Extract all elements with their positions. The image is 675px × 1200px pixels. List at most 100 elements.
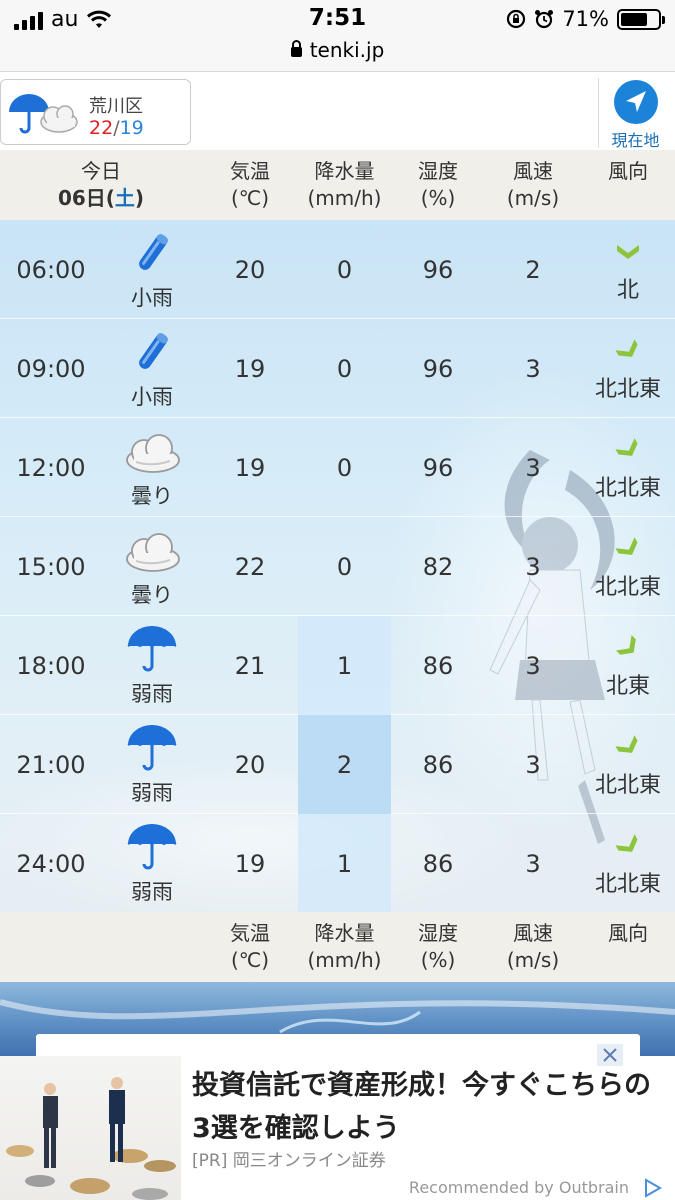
footer-wind-speed-unit: (m/s) (506, 948, 560, 972)
temp-cell: 19 (234, 354, 266, 383)
adchoices-icon[interactable] (641, 1177, 665, 1199)
current-location-label: 現在地 (611, 131, 660, 150)
temp-cell: 22 (234, 552, 266, 581)
header-precip: 降水量 (mm/h) (298, 158, 391, 212)
humidity-cell: 96 (422, 255, 454, 284)
navigation-arrow-icon (613, 80, 658, 124)
weather-cell: 弱雨 (102, 814, 202, 913)
time-cell: 15:00 (16, 552, 86, 581)
header-wind-speed-unit: (m/s) (506, 186, 560, 210)
temp-cell: 20 (234, 750, 266, 779)
wind-dir-cell: 北北東 (581, 517, 675, 616)
lock-icon (290, 40, 302, 57)
header-precip-unit: (mm/h) (307, 186, 382, 210)
location-card[interactable]: 荒川区 22/19 (0, 79, 191, 145)
wind-dir-cell: 北北東 (581, 814, 675, 913)
ad-image (0, 1056, 181, 1200)
time-cell: 09:00 (16, 354, 86, 383)
low-temp: 19 (119, 117, 144, 139)
location-temps: 22/19 (89, 117, 144, 139)
wind-arrow-icon (608, 329, 649, 370)
wind-arrow-icon (608, 824, 649, 865)
footer-humidity-unit: (%) (420, 948, 456, 972)
wind-arrow-icon (613, 236, 643, 266)
header-day-label: 今日 (81, 159, 121, 183)
footer-wind-dir-label: 風向 (608, 921, 648, 945)
header-temp-unit: (℃) (230, 186, 270, 210)
header-wind-speed: 風速 (m/s) (485, 158, 581, 212)
humidity-cell: 82 (422, 552, 454, 581)
header-humidity-label: 湿度 (418, 159, 458, 183)
status-bar: au 7:51 71% (0, 0, 675, 38)
wind-dir-cell: 北東 (581, 616, 675, 715)
ad-banner[interactable]: 投資信託で資産形成！今すぐこちらの3選を確認しよう [PR] 岡三オンライン証券… (0, 1044, 675, 1200)
weather-label: 弱雨 (131, 879, 173, 904)
location-name: 荒川区 (89, 96, 143, 117)
table-row: 18:00 弱雨 21 1 86 3 北東 (0, 616, 675, 715)
footer-wind-dir: 風向 (581, 920, 675, 947)
date-suffix: ) (134, 186, 145, 210)
umbrella-icon (122, 723, 182, 775)
humidity-cell: 96 (422, 354, 454, 383)
time-cell: 24:00 (16, 849, 86, 878)
header-day: 今日 06日(土) (0, 158, 202, 212)
table-row: 21:00 弱雨 20 2 86 3 北北東 (0, 715, 675, 814)
current-location-button[interactable]: 現在地 (598, 78, 672, 150)
footer-humidity-label: 湿度 (418, 921, 458, 945)
alarm-icon (535, 10, 554, 29)
humidity-cell: 86 (422, 750, 454, 779)
wind-speed-cell: 3 (525, 750, 541, 779)
time-cell: 18:00 (16, 651, 86, 680)
wind-dir-cell: 北 (581, 220, 675, 319)
weather-label: 弱雨 (131, 681, 173, 706)
table-row: 12:00 曇り 19 0 96 3 北北東 (0, 418, 675, 517)
wind-dir-label: 北 (616, 277, 639, 303)
footer-temp-unit: (℃) (230, 948, 270, 972)
time-cell: 06:00 (16, 255, 86, 284)
status-right: 71% (506, 7, 665, 31)
wind-speed-cell: 3 (525, 849, 541, 878)
battery-icon (617, 8, 665, 30)
footer-temp-label: 気温 (230, 921, 270, 945)
footer-precip-label: 降水量 (314, 921, 375, 945)
umbrella-icon (122, 822, 182, 874)
table-row: 06:00 小雨 20 0 96 2 北 (0, 220, 675, 319)
time-cell: 21:00 (16, 750, 86, 779)
light-rain-icon (122, 228, 182, 280)
weather-cell: 小雨 (102, 319, 202, 418)
time-cell: 12:00 (16, 453, 86, 482)
battery-percent: 71% (562, 7, 609, 31)
precip-cell: 0 (336, 354, 353, 383)
weather-label: 小雨 (131, 285, 173, 310)
weather-cell: 弱雨 (102, 616, 202, 715)
footer-temp: 気温 (℃) (202, 920, 298, 974)
precip-cell: 2 (298, 715, 391, 814)
footer-wind-speed-label: 風速 (513, 921, 553, 945)
high-temp: 22 (89, 117, 114, 139)
footer-humidity: 湿度 (%) (391, 920, 485, 974)
header-wind-speed-label: 風速 (513, 159, 553, 183)
umbrella-cloud-icon (9, 94, 78, 134)
ad-title[interactable]: 投資信託で資産形成！今すぐこちらの3選を確認しよう (192, 1064, 662, 1150)
ad-close-icon[interactable] (597, 1044, 623, 1066)
header-humidity: 湿度 (%) (391, 158, 485, 212)
temp-cell: 20 (234, 255, 266, 284)
url-bar[interactable]: tenki.jp (0, 38, 675, 72)
ad-recommended-label[interactable]: Recommended by Outbrain (409, 1178, 629, 1197)
forecast-table: 06:00 小雨 20 0 96 2 北 09:00 小雨 19 0 96 3 北北東 12:00 曇り 19 0… (0, 220, 675, 913)
wind-speed-cell: 3 (525, 651, 541, 680)
header-wind-dir: 風向 (581, 158, 675, 185)
table-footer-header: 気温 (℃) 降水量 (mm/h) 湿度 (%) 風速 (m/s) 風向 (0, 912, 675, 982)
cloud-icon (122, 426, 182, 478)
header-date: 06日(土) (0, 185, 202, 212)
header-temp: 気温 (℃) (202, 158, 298, 212)
location-header: 荒川区 22/19 現在地 (0, 73, 675, 150)
ad-source: [PR] 岡三オンライン証券 (192, 1151, 386, 1171)
wind-speed-cell: 3 (525, 453, 541, 482)
date-prefix: 06日( (57, 186, 115, 210)
wind-dir-label: 北北東 (594, 772, 661, 798)
temp-cell: 19 (234, 453, 266, 482)
wind-dir-cell: 北北東 (581, 715, 675, 814)
weather-cell: 曇り (102, 418, 202, 517)
cloud-icon (122, 525, 182, 577)
